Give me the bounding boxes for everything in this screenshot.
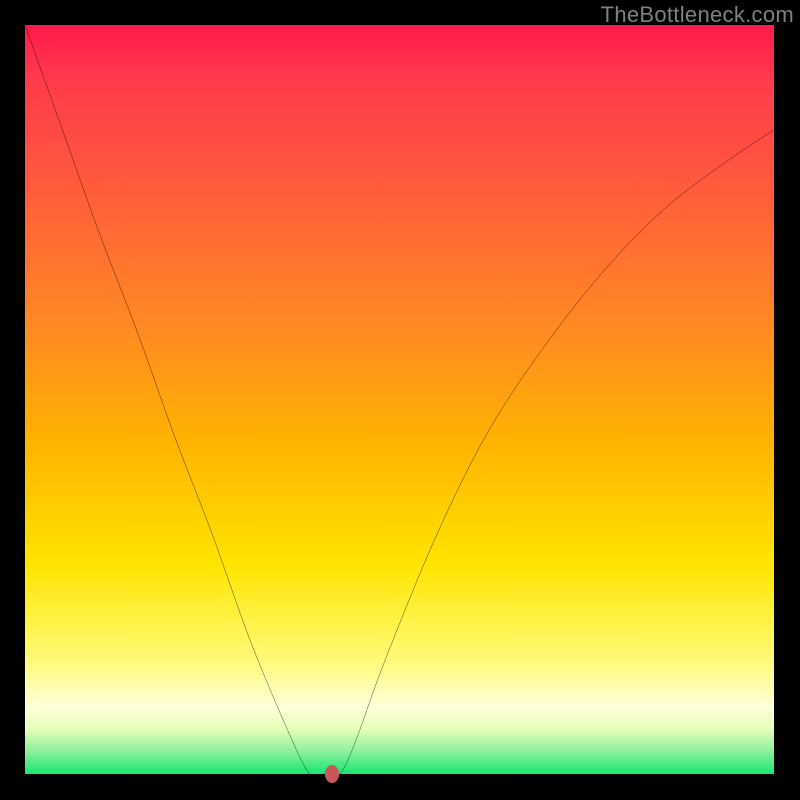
watermark-text: TheBottleneck.com [601,2,794,28]
optimum-marker [325,765,339,783]
plot-area [25,25,774,774]
bottleneck-line [25,25,774,774]
curve-path [25,25,774,774]
chart-frame: TheBottleneck.com [0,0,800,800]
